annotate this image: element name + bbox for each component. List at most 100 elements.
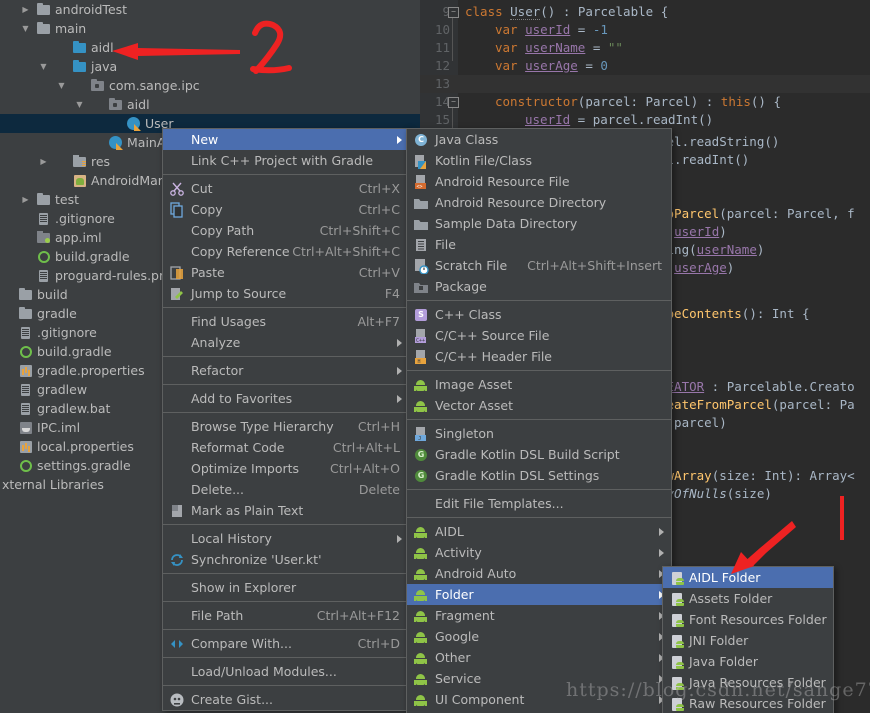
menu-item-copy-path[interactable]: Copy Path Ctrl+Shift+C <box>163 220 409 241</box>
folder-item-assets-folder[interactable]: Assets Folder <box>663 588 833 609</box>
menu-item-analyze[interactable]: Analyze <box>163 332 409 353</box>
menu-item-cut[interactable]: Cut Ctrl+X <box>163 178 409 199</box>
menu-item-file-path[interactable]: File Path Ctrl+Alt+F12 <box>163 605 409 626</box>
menu-item-label: Link C++ Project with Gradle <box>191 153 374 168</box>
tree-row-label: app.iml <box>55 230 102 245</box>
file-context-menu[interactable]: New Link C++ Project with Gradle Cut Ctrl+X… <box>162 128 410 711</box>
new-item-c-c-header-file[interactable]: H C/C++ Header File <box>407 346 671 367</box>
tree-row[interactable]: ▶ androidTest <box>0 0 420 19</box>
new-item-android-resource-file[interactable]: <> Android Resource File <box>407 171 671 192</box>
folder-item-jni-folder[interactable]: JNI Folder <box>663 630 833 651</box>
chevron-down-icon[interactable]: ▼ <box>20 19 31 38</box>
new-item-edit-file-templates[interactable]: Edit File Templates... <box>407 493 671 514</box>
menu-item-compare-with[interactable]: Compare With... Ctrl+D <box>163 633 409 654</box>
chevron-right-icon[interactable]: ▶ <box>20 0 31 19</box>
code-text: constructor(parcel: Parcel) : this() { <box>495 94 782 109</box>
new-item-c-class[interactable]: S C++ Class <box>407 304 671 325</box>
tree-row[interactable]: ▼ com.sange.ipc <box>0 76 420 95</box>
svg-text:H: H <box>418 359 421 365</box>
chevron-down-icon[interactable]: ▼ <box>38 57 49 76</box>
folder-grey-icon <box>18 304 34 323</box>
line-number: 9 <box>442 4 450 19</box>
menu-item-refactor[interactable]: Refactor <box>163 360 409 381</box>
menu-item-delete[interactable]: Delete... Delete <box>163 479 409 500</box>
menu-item-label: C++ Class <box>435 307 502 322</box>
tree-row[interactable]: aidl <box>0 38 420 57</box>
new-item-folder[interactable]: Folder <box>407 584 671 605</box>
new-item-kotlin-file-class[interactable]: Kotlin File/Class <box>407 150 671 171</box>
menu-item-label: Copy Path <box>191 223 255 238</box>
new-item-service[interactable]: Service <box>407 668 671 689</box>
menu-item-copy-reference[interactable]: Copy Reference Ctrl+Alt+Shift+C <box>163 241 409 262</box>
new-item-vector-asset[interactable]: Vector Asset <box>407 395 671 416</box>
new-item-package[interactable]: Package <box>407 276 671 297</box>
menu-item-add-to-favorites[interactable]: Add to Favorites <box>163 388 409 409</box>
folder-item-java-folder[interactable]: Java Folder <box>663 651 833 672</box>
menu-item-shortcut: Ctrl+Alt+Shift+Insert <box>527 258 662 273</box>
menu-item-mark-as-plain-text[interactable]: Mark as Plain Text <box>163 500 409 521</box>
android-file-icon <box>669 696 685 712</box>
folder-item-java-resources-folder[interactable]: Java Resources Folder <box>663 672 833 693</box>
menu-item-label: Copy <box>191 202 223 217</box>
menu-item-create-gist[interactable]: Create Gist... <box>163 689 409 710</box>
cpp-header-icon: H <box>413 349 429 365</box>
new-item-aidl[interactable]: AIDL <box>407 521 671 542</box>
chevron-right-icon <box>397 339 402 347</box>
line-number: 13 <box>434 76 450 91</box>
folder-item-aidl-folder[interactable]: AIDL Folder <box>663 567 833 588</box>
new-item-file[interactable]: File <box>407 234 671 255</box>
menu-item-local-history[interactable]: Local History <box>163 528 409 549</box>
chevron-right-icon[interactable]: ▶ <box>38 152 49 171</box>
chevron-right-icon[interactable]: ▶ <box>20 190 31 209</box>
menu-item-show-in-explorer[interactable]: Show in Explorer <box>163 577 409 598</box>
menu-item-synchronize-user-kt[interactable]: Synchronize 'User.kt' <box>163 549 409 570</box>
menu-item-copy[interactable]: Copy Ctrl+C <box>163 199 409 220</box>
tree-row[interactable]: ▼ java <box>0 57 420 76</box>
menu-item-find-usages[interactable]: Find Usages Alt+F7 <box>163 311 409 332</box>
folder-submenu[interactable]: AIDL Folder Assets Folder Font Resources F… <box>662 566 834 713</box>
compare-icon <box>169 636 185 652</box>
new-item-android-auto[interactable]: Android Auto <box>407 563 671 584</box>
folder-item-raw-resources-folder[interactable]: Raw Resources Folder <box>663 693 833 713</box>
new-item-c-c-source-file[interactable]: C++ C/C++ Source File <box>407 325 671 346</box>
new-item-activity[interactable]: Activity <box>407 542 671 563</box>
menu-item-load-unload-modules[interactable]: Load/Unload Modules... <box>163 661 409 682</box>
new-item-sample-data-directory[interactable]: Sample Data Directory <box>407 213 671 234</box>
new-item-other[interactable]: Other <box>407 647 671 668</box>
code-fold-icon[interactable]: − <box>448 7 459 18</box>
new-item-gradle-kotlin-dsl-settings[interactable]: G Gradle Kotlin DSL Settings <box>407 465 671 486</box>
menu-item-new[interactable]: New <box>163 129 409 150</box>
new-item-gradle-kotlin-dsl-build-script[interactable]: G Gradle Kotlin DSL Build Script <box>407 444 671 465</box>
menu-item-paste[interactable]: Paste Ctrl+V <box>163 262 409 283</box>
menu-item-optimize-imports[interactable]: Optimize Imports Ctrl+Alt+O <box>163 458 409 479</box>
code-fold-icon[interactable]: − <box>448 97 459 108</box>
chevron-down-icon[interactable]: ▼ <box>74 95 85 114</box>
new-submenu[interactable]: C Java Class Kotlin File/Class <> Android Re… <box>406 128 672 713</box>
tree-row-label: main <box>55 21 87 36</box>
manifest-icon <box>72 171 88 190</box>
chevron-down-icon[interactable]: ▼ <box>56 76 67 95</box>
new-item-image-asset[interactable]: Image Asset <box>407 374 671 395</box>
android-icon <box>413 377 429 393</box>
tree-row[interactable]: ▼ main <box>0 19 420 38</box>
svg-text:C++: C++ <box>416 338 425 344</box>
new-item-singleton[interactable]: J Singleton <box>407 423 671 444</box>
new-item-java-class[interactable]: C Java Class <box>407 129 671 150</box>
new-item-android-resource-directory[interactable]: Android Resource Directory <box>407 192 671 213</box>
folder-item-font-resources-folder[interactable]: Font Resources Folder <box>663 609 833 630</box>
menu-item-label: Load/Unload Modules... <box>191 664 337 679</box>
new-item-scratch-file[interactable]: Scratch File Ctrl+Alt+Shift+Insert <box>407 255 671 276</box>
gradle-icon <box>18 342 34 361</box>
menu-item-link-c-project-with-gradle[interactable]: Link C++ Project with Gradle <box>163 150 409 171</box>
menu-item-browse-type-hierarchy[interactable]: Browse Type Hierarchy Ctrl+H <box>163 416 409 437</box>
new-item-ui-component[interactable]: UI Component <box>407 689 671 710</box>
menu-item-label: Gradle Kotlin DSL Settings <box>435 468 600 483</box>
menu-separator <box>163 629 409 630</box>
menu-item-label: Reformat Code <box>191 440 285 455</box>
menu-item-reformat-code[interactable]: Reformat Code Ctrl+Alt+L <box>163 437 409 458</box>
new-item-google[interactable]: Google <box>407 626 671 647</box>
menu-item-shortcut: F4 <box>384 286 400 301</box>
new-item-fragment[interactable]: Fragment <box>407 605 671 626</box>
menu-item-jump-to-source[interactable]: Jump to Source F4 <box>163 283 409 304</box>
tree-row[interactable]: ▼ aidl <box>0 95 420 114</box>
